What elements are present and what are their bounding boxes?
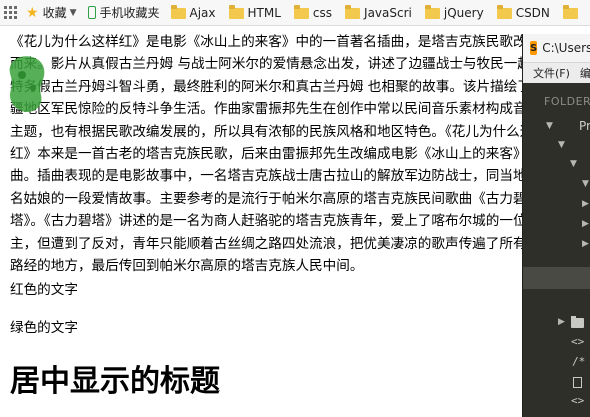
editor-titlebar[interactable]: S C:\Users: [523, 34, 590, 63]
folder-icon: [496, 5, 512, 19]
folder-icon: [562, 5, 578, 19]
bookmark-folder-jquery[interactable]: jQuery: [424, 0, 489, 25]
file-icon: [573, 377, 582, 388]
center-title: 居中显示的标题: [10, 364, 220, 399]
bookmarks-bar: ★ 收藏 ▼ 手机收藏夹 Ajax HTML css JavaScri jQue…: [0, 0, 590, 26]
folder-icon: [228, 5, 244, 19]
folder-icon: [571, 316, 584, 328]
tree-item-folder[interactable]: ▼: [523, 155, 590, 174]
code-file-icon: <>: [571, 335, 585, 348]
folder-icon: [170, 5, 186, 19]
tree-item-folder[interactable]: ▼: [523, 136, 590, 155]
bookmark-label: Ajax: [189, 5, 216, 20]
bookmark-favorites[interactable]: ★ 收藏 ▼: [26, 0, 82, 25]
bookmark-label: css: [312, 5, 333, 20]
chevron-down-icon: ▼: [69, 7, 77, 18]
css-file-icon: /*: [572, 355, 586, 368]
chevron-right-icon: ▶: [582, 219, 589, 229]
bookmark-label: 收藏: [42, 6, 67, 20]
folder-icon: [345, 5, 361, 19]
selected-tree-row[interactable]: [523, 267, 590, 289]
chevron-right-icon: ▶: [558, 317, 565, 327]
chevron-right-icon: ▶: [582, 239, 589, 249]
bookmark-label: 手机收藏夹: [99, 6, 160, 20]
tree-item-folder[interactable]: ▼: [523, 175, 590, 194]
folder-icon: [293, 5, 309, 19]
red-text: 红色的文字: [10, 282, 78, 298]
tree-item-file[interactable]: /*: [523, 353, 590, 372]
tree-item-file[interactable]: <>: [523, 333, 590, 352]
tree-item-folder[interactable]: ▶: [523, 215, 590, 234]
folders-label: FOLDERS: [544, 95, 590, 108]
editor-sidebar: FOLDERS ▼ Pr ▼ ▼ ▼ ▶ ▶ ▶ ▶ <>: [523, 83, 590, 417]
tree-item-file[interactable]: [523, 373, 590, 392]
apps-grid-icon[interactable]: [4, 5, 18, 20]
bookmark-label: CSDN: [515, 5, 550, 20]
bookmark-folder-javascript[interactable]: JavaScri: [345, 0, 417, 25]
tree-item-file[interactable]: <>: [523, 392, 590, 411]
article-paragraph: 《花儿为什么这样红》是电影《冰山上的来客》中的一首著名插曲，是塔吉克族民歌改编而…: [10, 34, 522, 275]
page-content: 《花儿为什么这样红》是电影《冰山上的来客》中的一首著名插曲，是塔吉克族民歌改编而…: [0, 26, 522, 417]
editor-menubar: 文件(F) 编辑: [523, 63, 590, 84]
folder-icon: [424, 5, 440, 19]
menu-file[interactable]: 文件(F): [533, 65, 570, 81]
menu-edit[interactable]: 编辑: [580, 65, 590, 81]
bookmark-folder-html[interactable]: HTML: [228, 0, 286, 25]
chevron-down-icon: ▼: [558, 140, 565, 150]
chevron-down-icon: ▼: [570, 159, 577, 169]
sublime-logo-icon: S: [530, 41, 538, 55]
bookmark-label: JavaScri: [364, 5, 412, 20]
chevron-down-icon: ▼: [582, 179, 589, 189]
green-shape-image: [9, 56, 45, 113]
bookmark-label: jQuery: [443, 5, 484, 20]
bookmark-mobile-favorites[interactable]: 手机收藏夹: [87, 0, 165, 25]
star-icon: ★: [26, 4, 39, 21]
bookmark-folder-csdn[interactable]: CSDN: [496, 0, 555, 25]
tree-item-folder[interactable]: ▶: [523, 313, 590, 332]
tree-item-folder[interactable]: ▶: [523, 235, 590, 254]
green-text: 绿色的文字: [10, 320, 78, 336]
code-file-icon: <>: [571, 394, 585, 407]
chevron-right-icon: ▶: [582, 199, 589, 209]
tree-item-label: Pr: [579, 119, 590, 133]
tree-item-folder[interactable]: ▶: [523, 195, 590, 214]
bookmark-folder-css[interactable]: css: [293, 0, 337, 25]
bookmark-label: HTML: [247, 5, 281, 20]
tree-item-project[interactable]: ▼ Pr: [523, 117, 590, 136]
bookmark-folder-ajax[interactable]: Ajax: [170, 0, 221, 25]
editor-title: C:\Users: [542, 41, 590, 55]
bookmark-folder-more[interactable]: [562, 0, 587, 25]
phone-icon: [87, 6, 96, 19]
editor-window[interactable]: S C:\Users 文件(F) 编辑 FOLDERS ▼ Pr ▼ ▼ ▼ ▶…: [522, 34, 590, 417]
chevron-down-icon: ▼: [546, 121, 553, 131]
